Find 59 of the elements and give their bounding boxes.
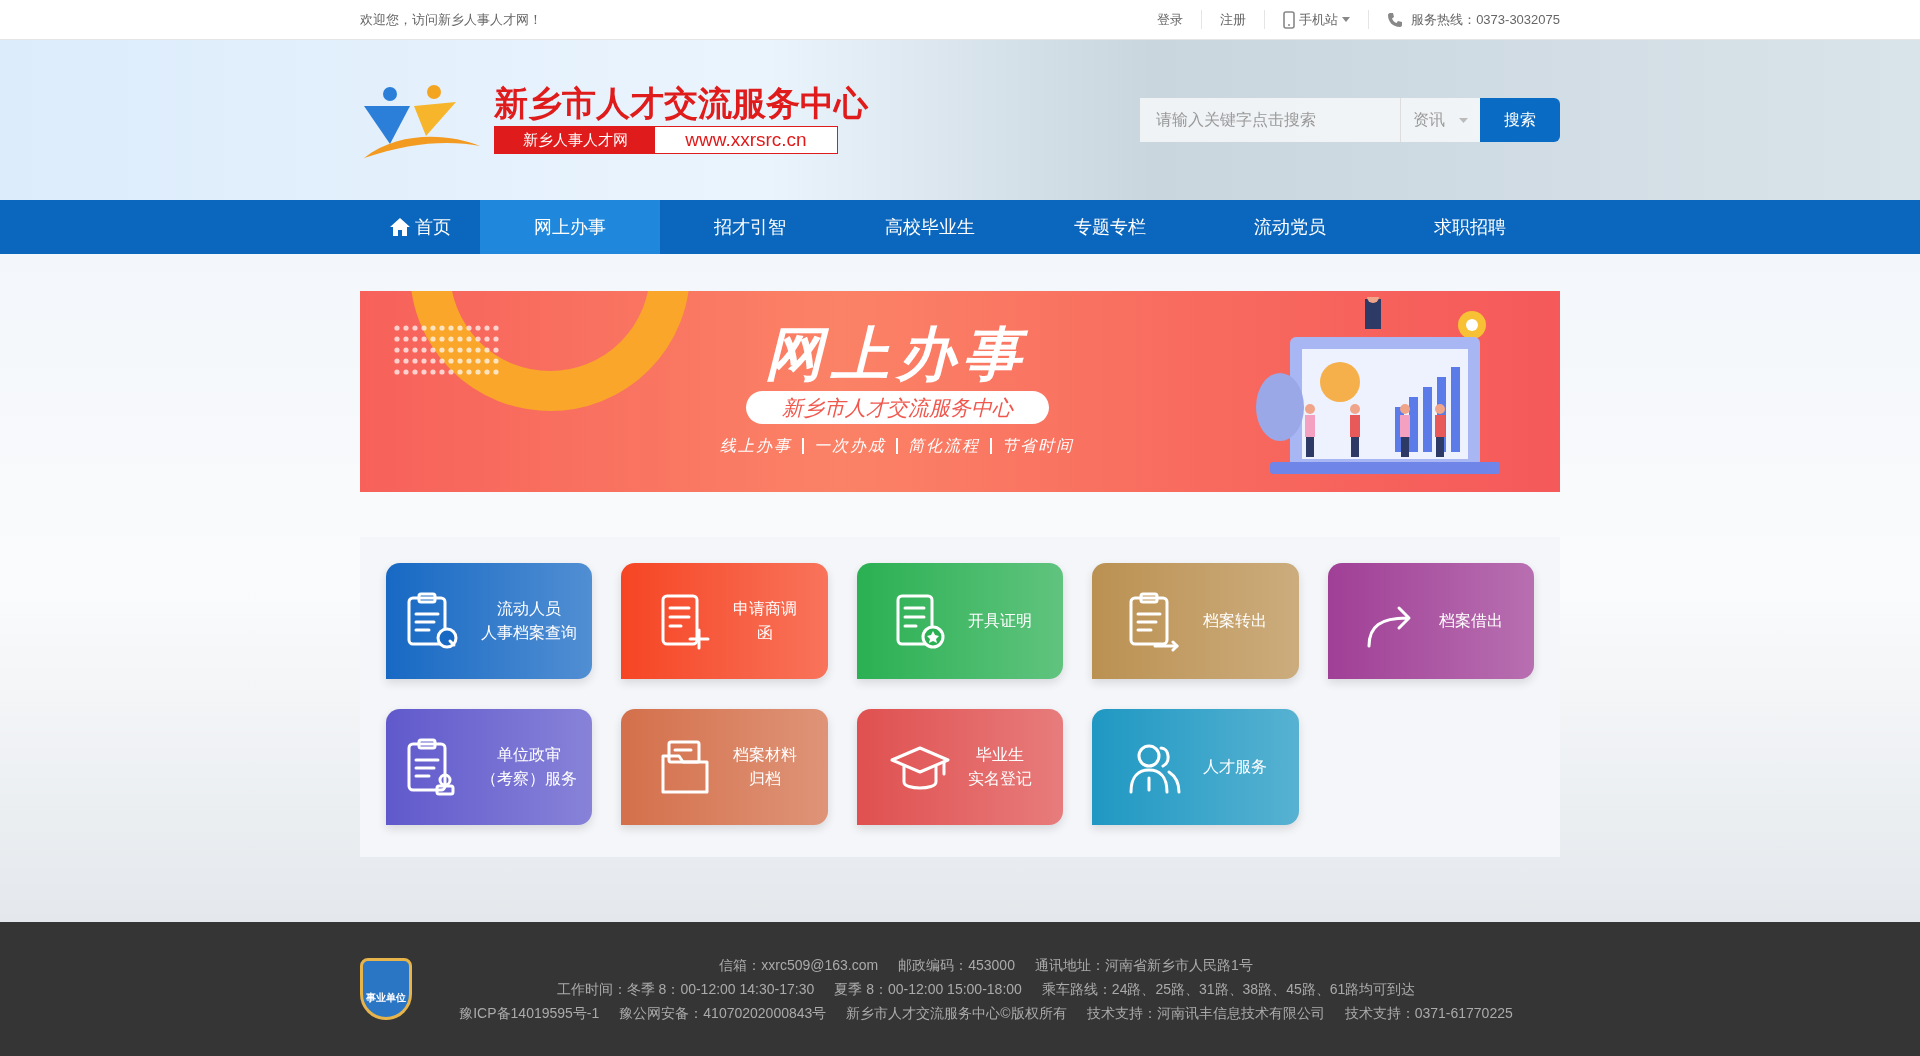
top-link[interactable]: 登录: [1139, 9, 1203, 30]
site-tag: 新乡人事人才网: [495, 127, 655, 153]
banner-slogan: 简化流程: [908, 436, 980, 457]
telephone-icon: [1387, 11, 1404, 28]
footer-text: 夏季 8：00-12:00 15:00-18:00: [834, 980, 1022, 999]
tile-label: 流动人员 人事档案查询: [481, 599, 578, 643]
service-tile[interactable]: 档案转出: [1092, 563, 1299, 679]
footer-text: 信箱：xxrc509@163.com: [719, 956, 879, 975]
tile-label: 人才服务: [1203, 757, 1268, 777]
nav-tab[interactable]: 招才引智: [660, 200, 840, 254]
category-select[interactable]: 资讯: [1400, 98, 1480, 142]
tile-label: 档案借出: [1438, 611, 1503, 631]
tile-label: 申请商调 函: [732, 599, 797, 643]
tile-label: 开具证明: [968, 611, 1032, 631]
nav-tab[interactable]: 专题专栏: [1020, 200, 1200, 254]
caret-icon: [1459, 117, 1468, 123]
footer-text: 新乡市人才交流服务中心©版权所有: [846, 1004, 1067, 1023]
footer-text: 邮政编码：453000: [898, 956, 1015, 975]
site-url: www.xxrsrc.cn: [684, 127, 808, 152]
nav-tab[interactable]: 流动党员: [1200, 200, 1380, 254]
tile-label: 单位政审 （考察）服务: [481, 745, 578, 789]
service-tile[interactable]: 申请商调 函: [621, 563, 828, 679]
welcome-text: 欢迎您，访问新乡人事人才网！: [360, 10, 542, 29]
footer-text: 技术支持：河南讯丰信息技术有限公司: [1086, 1004, 1325, 1023]
site-title: 新乡市人才交流服务中心: [494, 86, 868, 120]
banner-slogan: 线上办事: [720, 436, 792, 457]
service-tile[interactable]: 档案材料 归档: [621, 709, 828, 825]
footer-text: 乘车路线：24路、25路、31路、38路、45路、61路均可到达: [1041, 980, 1416, 999]
banner-subtitle: 新乡市人才交流服务中心: [745, 390, 1049, 425]
public-institution-badge: 事业单位: [360, 958, 412, 1020]
search-button[interactable]: 搜索: [1480, 98, 1560, 142]
mobile-site-link[interactable]: 手机站: [1265, 9, 1370, 30]
tile-label: 档案材料 归档: [732, 745, 797, 789]
service-tile[interactable]: 毕业生 实名登记: [856, 709, 1064, 825]
footer-text: 豫ICP备14019595号-1: [459, 1004, 600, 1023]
service-tile[interactable]: 开具证明: [856, 563, 1064, 679]
footer-text: 通讯地址：河南省新乡市人民路1号: [1034, 956, 1253, 975]
banner-slogan: 一次办成: [814, 436, 886, 457]
footer-text: 技术支持：0371-61770225: [1344, 1004, 1513, 1023]
nav-tab[interactable]: 高校毕业生: [840, 200, 1020, 254]
home-icon: [389, 217, 411, 237]
search-field[interactable]: 请输入关键字点击搜索: [1140, 98, 1400, 142]
nav-tab[interactable]: 网上办事: [480, 200, 660, 254]
phone-icon: [1283, 10, 1296, 29]
service-tile[interactable]: 单位政审 （考察）服务: [386, 709, 593, 825]
nav-tab[interactable]: 求职招聘: [1380, 200, 1560, 254]
service-tile[interactable]: 流动人员 人事档案查询: [386, 563, 593, 679]
caret-icon: [1342, 17, 1351, 22]
banner-slogan: 节省时间: [1002, 436, 1074, 457]
footer-text: 工作时间：冬季 8：00-12:00 14:30-17:30: [556, 980, 815, 999]
tile-label: 毕业生 实名登记: [968, 745, 1032, 789]
hotline-text: 服务热线：0373-3032075: [1411, 10, 1560, 29]
top-link[interactable]: 注册: [1202, 9, 1266, 30]
nav-tab[interactable]: 首页: [360, 200, 480, 254]
banner-title: 网上办事: [765, 324, 1029, 383]
service-tile[interactable]: 人才服务: [1092, 709, 1299, 825]
tile-label: 档案转出: [1203, 611, 1268, 631]
service-tile[interactable]: 档案借出: [1327, 563, 1534, 679]
footer-text: 豫公网安备：41070202000843号: [619, 1004, 827, 1023]
